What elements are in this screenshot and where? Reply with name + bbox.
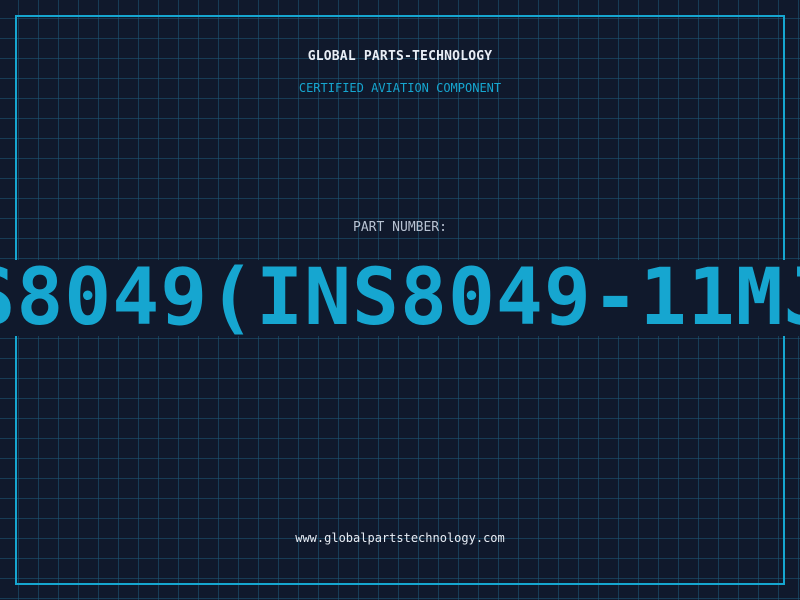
part-number-value: INS8049(INS8049-11MJA) <box>0 260 800 336</box>
part-number-band: INS8049(INS8049-11MJA) <box>0 260 800 336</box>
website-url: www.globalpartstechnology.com <box>295 531 505 545</box>
part-number-label: PART NUMBER: <box>353 220 447 235</box>
certification-subtitle: CERTIFIED AVIATION COMPONENT <box>298 81 502 95</box>
company-name: GLOBAL PARTS-TECHNOLOGY <box>307 49 493 64</box>
part-card: GLOBAL PARTS-TECHNOLOGY CERTIFIED AVIATI… <box>0 0 800 600</box>
